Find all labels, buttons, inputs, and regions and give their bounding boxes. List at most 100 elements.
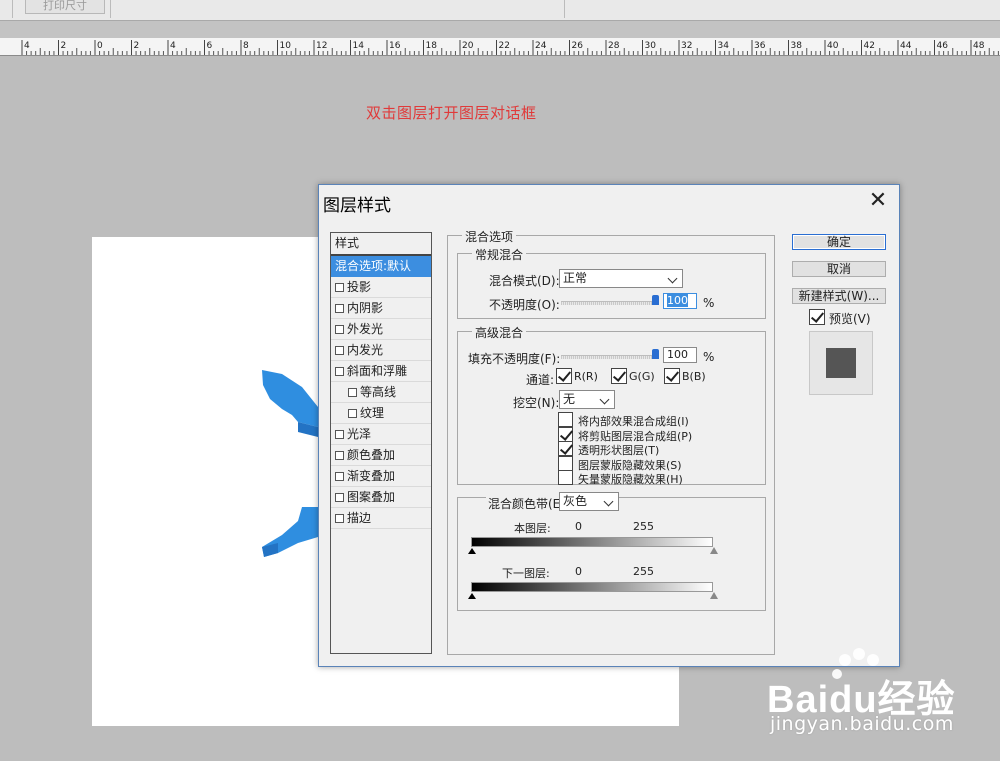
style-item-label: 光泽 — [347, 427, 372, 441]
blend-if-value: 灰色 — [563, 494, 588, 508]
style-checkbox[interactable] — [335, 514, 344, 523]
blend-options-group: 混合选项 常规混合 混合模式(D): 正常 不透明度(O): 100 % 高级混… — [447, 228, 775, 655]
advanced-blending-legend: 高级混合 — [472, 324, 527, 341]
underlying-layer-gradient[interactable] — [471, 582, 713, 592]
this-layer-black-handle[interactable] — [468, 548, 476, 554]
blend-mode-select[interactable]: 正常 — [559, 269, 683, 288]
ruler-label: 12 — [316, 41, 327, 51]
ruler-label: 40 — [827, 41, 839, 51]
style-item-label: 混合选项:默认 — [335, 259, 412, 273]
style-checkbox[interactable] — [335, 472, 344, 481]
style-item[interactable]: 内发光 — [331, 340, 431, 361]
close-icon[interactable]: ✕ — [867, 190, 889, 213]
style-checkbox[interactable] — [348, 388, 357, 397]
advanced-option-checkbox[interactable] — [558, 470, 573, 485]
ruler-label: 36 — [754, 41, 766, 51]
style-checkbox[interactable] — [348, 409, 357, 418]
underlying-white-handle[interactable] — [710, 592, 718, 599]
underlying-layer-max: 255 — [633, 565, 654, 578]
style-checkbox[interactable] — [335, 346, 344, 355]
check-icon — [810, 309, 825, 323]
advanced-option-checkbox[interactable] — [558, 412, 573, 427]
channels-label: 通道: — [526, 373, 555, 387]
this-layer-white-handle[interactable] — [710, 547, 718, 554]
style-item-label: 斜面和浮雕 — [347, 364, 408, 378]
print-size-button[interactable]: 打印尺寸 — [25, 0, 105, 14]
opacity-input[interactable]: 100 — [663, 293, 697, 309]
style-item-label: 外发光 — [347, 322, 384, 336]
ruler-label: 24 — [535, 41, 547, 51]
opacity-slider-thumb[interactable] — [652, 295, 659, 305]
style-checkbox[interactable] — [335, 451, 344, 460]
style-item[interactable]: 斜面和浮雕 — [331, 361, 431, 382]
style-item[interactable]: 内阴影 — [331, 298, 431, 319]
check-icon — [612, 368, 627, 382]
style-item[interactable]: 混合选项:默认 — [331, 256, 431, 277]
style-item[interactable]: 图案叠加 — [331, 487, 431, 508]
style-item[interactable]: 渐变叠加 — [331, 466, 431, 487]
style-item-label: 纹理 — [360, 406, 385, 420]
style-checkbox[interactable] — [335, 325, 344, 334]
check-icon — [559, 426, 574, 441]
knockout-value: 无 — [563, 392, 576, 406]
ok-button[interactable]: 确定 — [792, 234, 886, 250]
advanced-option-checkbox[interactable] — [558, 426, 574, 442]
style-item[interactable]: 纹理 — [331, 403, 431, 424]
advanced-option-checkbox[interactable] — [558, 441, 574, 456]
toolbar-separator — [564, 0, 565, 18]
styles-header[interactable]: 样式 — [331, 233, 431, 256]
ruler-label: 32 — [681, 41, 692, 51]
underlying-black-handle[interactable] — [468, 593, 476, 599]
style-checkbox[interactable] — [335, 304, 344, 313]
ruler-label: 14 — [353, 41, 365, 51]
style-checkbox[interactable] — [335, 367, 344, 376]
channel-g-checkbox[interactable] — [611, 368, 627, 384]
ruler-label: 0 — [97, 41, 103, 51]
fill-opacity-slider-track[interactable] — [561, 355, 659, 359]
fill-opacity-slider-thumb[interactable] — [652, 349, 659, 359]
style-item[interactable]: 描边 — [331, 508, 431, 529]
ruler-label: 8 — [243, 41, 249, 51]
fill-opacity-input[interactable]: 100 — [663, 347, 697, 363]
style-preview-thumbnail — [809, 331, 873, 395]
style-item[interactable]: 等高线 — [331, 382, 431, 403]
chevron-down-icon — [667, 273, 678, 284]
opacity-slider-track[interactable] — [561, 301, 659, 305]
preview-label: 预览(V) — [829, 312, 871, 326]
style-item[interactable]: 颜色叠加 — [331, 445, 431, 466]
fill-opacity-percent: % — [703, 350, 715, 364]
preview-checkbox[interactable] — [809, 309, 825, 325]
dialog-title: 图层样式 — [323, 196, 391, 216]
document-tab-strip — [0, 21, 1000, 39]
ruler-label: 20 — [462, 41, 474, 51]
style-item[interactable]: 外发光 — [331, 319, 431, 340]
new-style-button[interactable]: 新建样式(W)... — [792, 288, 886, 304]
toolbar-separator — [110, 0, 111, 18]
options-toolbar: 打印尺寸 — [0, 0, 1000, 21]
tutorial-annotation: 双击图层打开图层对话框 — [366, 104, 537, 122]
cancel-button[interactable]: 取消 — [792, 261, 886, 277]
style-checkbox[interactable] — [335, 283, 344, 292]
knockout-select[interactable]: 无 — [559, 390, 615, 409]
this-layer-gradient[interactable] — [471, 537, 713, 547]
channel-b-checkbox[interactable] — [664, 368, 680, 384]
style-checkbox[interactable] — [335, 430, 344, 439]
ruler-label: 48 — [973, 41, 985, 51]
style-checkbox[interactable] — [335, 493, 344, 502]
blue-arrow-shapes — [262, 370, 318, 557]
ruler-label: 34 — [718, 41, 730, 51]
blend-if-select[interactable]: 灰色 — [559, 492, 619, 511]
chevron-down-icon — [603, 496, 614, 507]
channel-r-checkbox[interactable] — [556, 368, 572, 384]
horizontal-ruler[interactable]: 4 2 0 2 4 6 8 10 12 14 16 18 20 22 24 26 28 30 32 34 36 38 40 4… — [0, 38, 1000, 56]
style-item-label: 渐变叠加 — [347, 469, 396, 483]
general-blending-legend: 常规混合 — [472, 246, 527, 263]
style-item[interactable]: 投影 — [331, 277, 431, 298]
advanced-option-checkbox[interactable] — [558, 455, 573, 471]
advanced-blending-group: 高级混合 填充不透明度(F): 100 % 通道: R(R) G(G) B(B)… — [457, 324, 766, 486]
this-layer-min: 0 — [575, 520, 582, 533]
check-icon — [559, 441, 574, 455]
ruler-label: 42 — [864, 41, 875, 51]
style-item[interactable]: 光泽 — [331, 424, 431, 445]
ruler-label: 2 — [134, 41, 140, 51]
